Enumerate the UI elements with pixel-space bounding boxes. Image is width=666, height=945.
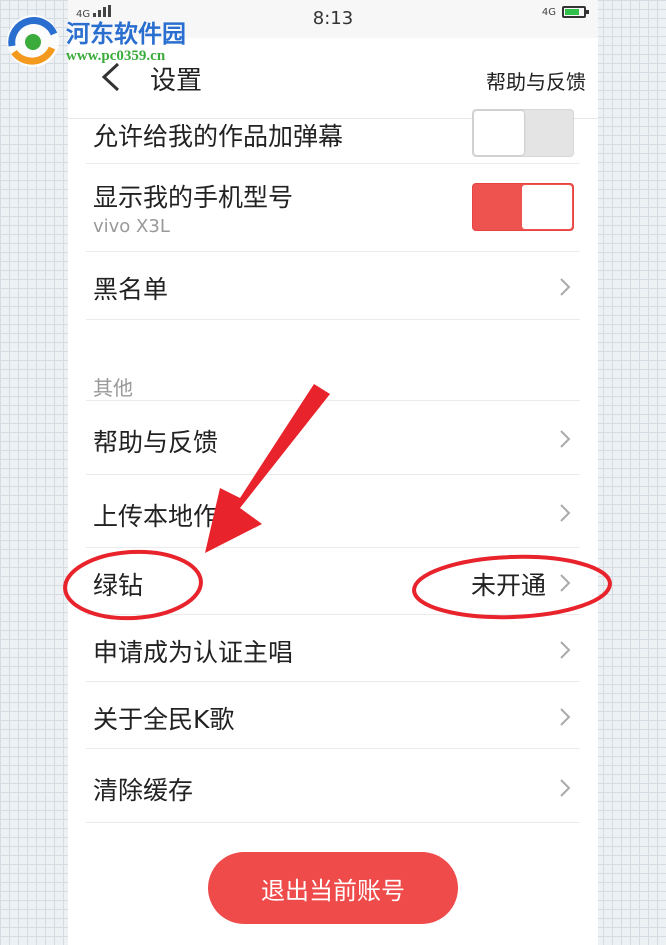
phone-screen: 4G 8:13 4G 设置 帮助与反馈 允许给我的作品加弹幕 显示我的手机型号 <box>68 0 598 945</box>
list-item-label: 上传本地作品 <box>93 502 244 531</box>
list-item-green-diamond[interactable]: 绿钻 未开通 <box>86 548 580 615</box>
setting-row-blacklist[interactable]: 黑名单 <box>86 252 580 320</box>
allow-danmaku-toggle[interactable] <box>472 109 574 157</box>
green-diamond-status: 未开通 <box>470 571 546 600</box>
chevron-right-icon <box>560 641 571 659</box>
toggle-knob <box>522 185 572 229</box>
show-model-toggle[interactable] <box>472 183 574 231</box>
watermark: 河东软件园 www.pc0359.cn <box>4 6 214 67</box>
list-item-label: 清除缓存 <box>93 776 194 805</box>
list-item-apply-certified-singer[interactable]: 申请成为认证主唱 <box>86 615 580 682</box>
blacklist-label: 黑名单 <box>93 275 169 304</box>
chevron-right-icon <box>560 708 571 726</box>
toggle-knob <box>474 111 524 155</box>
battery-icon <box>562 6 589 18</box>
list-item-label: 关于全民K歌 <box>93 705 235 734</box>
chevron-right-icon <box>560 430 571 448</box>
section-header-other: 其他 <box>93 376 133 400</box>
status-right: 4G <box>541 6 589 18</box>
allow-danmaku-label: 允许给我的作品加弹幕 <box>93 122 344 151</box>
setting-row-allow-danmaku: 允许给我的作品加弹幕 <box>86 109 580 164</box>
list-item-label: 绿钻 <box>93 571 144 600</box>
chevron-right-icon <box>560 574 571 592</box>
list-item-clear-cache[interactable]: 清除缓存 <box>86 749 580 823</box>
help-feedback-link[interactable]: 帮助与反馈 <box>486 66 586 95</box>
chevron-right-icon <box>560 504 571 522</box>
list-item-label: 帮助与反馈 <box>93 428 219 457</box>
list-item-help-feedback[interactable]: 帮助与反馈 <box>86 401 580 475</box>
setting-row-show-model: 显示我的手机型号 vivo X3L <box>86 164 580 252</box>
show-model-label: 显示我的手机型号 <box>93 183 294 212</box>
watermark-title: 河东软件园 <box>66 19 186 48</box>
chevron-right-icon <box>560 779 571 797</box>
device-model-text: vivo X3L <box>93 216 170 237</box>
logout-button[interactable]: 退出当前账号 <box>208 852 458 924</box>
chevron-right-icon <box>560 278 571 296</box>
watermark-logo-icon <box>7 15 59 67</box>
watermark-url: www.pc0359.cn <box>66 48 166 64</box>
list-item-about[interactable]: 关于全民K歌 <box>86 682 580 749</box>
list-item-label: 申请成为认证主唱 <box>93 638 294 667</box>
list-item-upload-local[interactable]: 上传本地作品 <box>86 475 580 548</box>
network-type-right: 4G <box>541 6 556 18</box>
